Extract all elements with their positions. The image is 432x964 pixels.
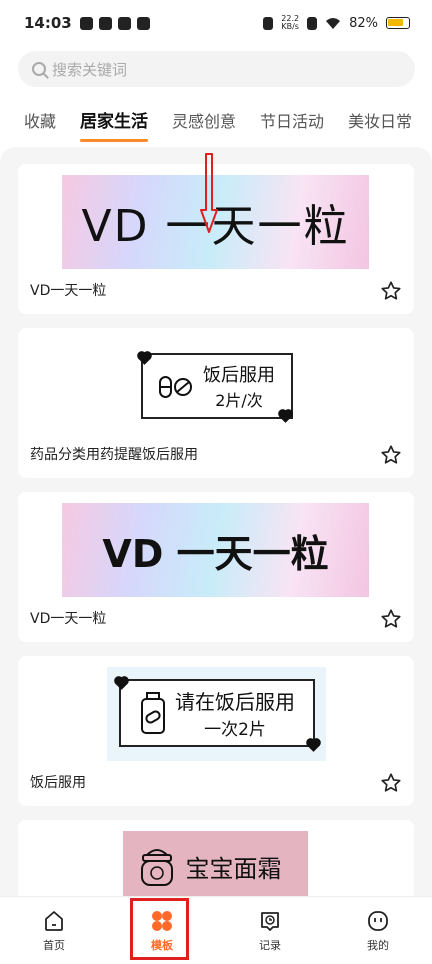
star-icon[interactable] bbox=[380, 772, 402, 794]
annotation-highlight-box bbox=[130, 898, 189, 960]
tiktok-icon bbox=[98, 16, 112, 30]
template-card[interactable]: 请在饭后服用 一次2片 饭后服用 bbox=[18, 656, 414, 806]
battery-percent: 82% bbox=[349, 15, 378, 31]
message-icon bbox=[136, 16, 150, 30]
nav-home[interactable]: 首页 bbox=[0, 897, 108, 964]
tab-home-life[interactable]: 居家生活 bbox=[68, 102, 160, 142]
star-icon[interactable] bbox=[380, 444, 402, 466]
template-title: 饭后服用 bbox=[30, 775, 86, 791]
star-icon[interactable] bbox=[380, 608, 402, 630]
template-card[interactable]: 饭后服用 2片/次 药品分类用药提醒饭后服用 bbox=[18, 328, 414, 478]
wifi-icon bbox=[326, 17, 341, 29]
app-notification-icon bbox=[79, 16, 93, 30]
profile-icon bbox=[368, 910, 388, 931]
star-icon[interactable] bbox=[380, 280, 402, 302]
preview-frame: 请在饭后服用 一次2片 bbox=[119, 679, 315, 747]
template-preview-image: 宝宝面霜 bbox=[123, 831, 308, 897]
nav-profile[interactable]: 我的 bbox=[324, 897, 432, 964]
record-icon bbox=[261, 911, 279, 931]
annotation-arrow bbox=[200, 153, 218, 233]
home-icon bbox=[45, 910, 63, 931]
preview-line-2: 一次2片 bbox=[204, 720, 266, 740]
tab-festival[interactable]: 节日活动 bbox=[248, 102, 336, 142]
nav-profile-label: 我的 bbox=[367, 938, 389, 952]
tab-inspiration[interactable]: 灵感创意 bbox=[160, 102, 248, 142]
nav-record[interactable]: 记录 bbox=[216, 897, 324, 964]
notification-icons bbox=[79, 16, 150, 30]
net-speed: 22.2 KB/s bbox=[281, 15, 299, 31]
search-input[interactable]: 搜索关键词 bbox=[18, 51, 415, 87]
pill-icon bbox=[159, 376, 192, 398]
search-icon bbox=[32, 62, 46, 76]
cream-jar-icon bbox=[141, 849, 173, 886]
template-preview-image: VD 一天一粒 bbox=[62, 503, 369, 597]
medicine-bottle-icon bbox=[141, 692, 165, 734]
preview-text: 宝宝面霜 bbox=[185, 854, 282, 883]
template-list: VD 一天一粒 VD一天一粒 饭后服用 2片/次 药品分类用药提醒饭后服用 VD… bbox=[0, 147, 432, 897]
status-bar: 14:03 22.2 KB/s 82% bbox=[0, 0, 432, 46]
vibrate-icon bbox=[263, 16, 274, 30]
sim-icon bbox=[307, 16, 318, 30]
tab-favorites[interactable]: 收藏 bbox=[0, 102, 68, 142]
template-preview-image: 饭后服用 2片/次 bbox=[141, 353, 293, 419]
net-speed-unit: KB/s bbox=[281, 22, 299, 31]
template-title: VD一天一粒 bbox=[30, 611, 107, 627]
template-title: VD一天一粒 bbox=[30, 283, 107, 299]
template-card[interactable]: 宝宝面霜 bbox=[18, 820, 414, 897]
preview-line-1: 请在饭后服用 bbox=[175, 690, 295, 714]
template-card[interactable]: VD 一天一粒 VD一天一粒 bbox=[18, 492, 414, 642]
template-title: 药品分类用药提醒饭后服用 bbox=[30, 447, 198, 463]
heart-decoration bbox=[279, 410, 292, 423]
nav-home-label: 首页 bbox=[43, 938, 65, 952]
preview-text: VD 一天一粒 bbox=[102, 531, 329, 576]
category-tabs: 收藏 居家生活 灵感创意 节日活动 美妆日常 bbox=[0, 100, 432, 144]
tab-beauty[interactable]: 美妆日常 bbox=[336, 102, 424, 142]
heart-decoration bbox=[307, 739, 320, 752]
nav-record-label: 记录 bbox=[259, 938, 281, 952]
preview-line-2: 2片/次 bbox=[215, 391, 263, 410]
search-placeholder: 搜索关键词 bbox=[52, 60, 128, 79]
status-time: 14:03 bbox=[24, 14, 72, 32]
crown-icon bbox=[117, 16, 131, 30]
preview-line-1: 饭后服用 bbox=[203, 365, 275, 386]
battery-icon bbox=[386, 17, 410, 29]
bottom-nav: 首页 模板 记录 我的 bbox=[0, 896, 432, 964]
template-preview-image: 请在饭后服用 一次2片 bbox=[107, 667, 326, 761]
status-right: 22.2 KB/s 82% bbox=[263, 15, 410, 31]
